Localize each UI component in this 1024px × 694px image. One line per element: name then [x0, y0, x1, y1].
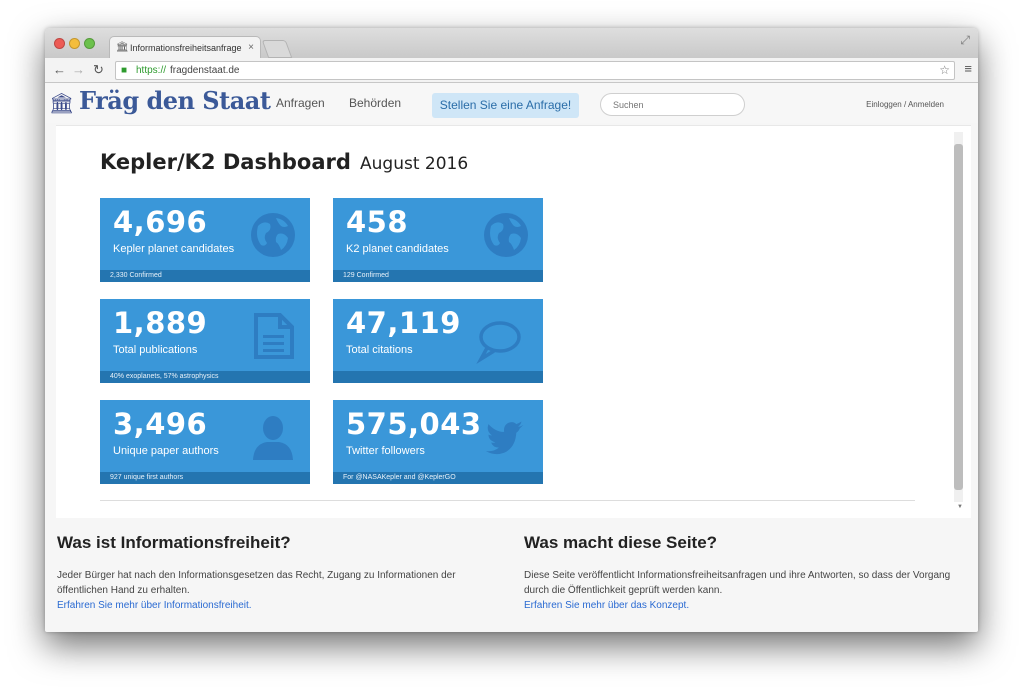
stat-card-twitter: 575,043 Twitter followers For @NASAKeple… [333, 400, 543, 484]
stat-label: Total citations [346, 344, 413, 356]
stat-card-publications: 1,889 Total publications 40% exoplanets,… [100, 299, 310, 383]
info-heading: Was ist Informationsfreiheit? [57, 533, 291, 552]
stat-label: Total publications [113, 344, 198, 356]
stat-label: Unique paper authors [113, 445, 219, 457]
forward-icon[interactable]: → [72, 61, 85, 79]
tab-close-icon[interactable]: × [248, 37, 254, 59]
user-icon [253, 416, 293, 460]
url-host: fragdenstaat.de [170, 65, 240, 76]
stat-value: 1,889 [113, 306, 208, 340]
minimize-window-button[interactable] [69, 38, 80, 49]
stat-label: Kepler planet candidates [113, 243, 235, 255]
dashboard-subtitle: August 2016 [360, 154, 469, 174]
stat-footnote: 129 Confirmed [333, 270, 543, 282]
address-bar[interactable]: ■ https:// fragdenstaat.de ☆ [115, 61, 955, 80]
stat-value: 458 [346, 205, 409, 239]
browser-window: 🏛 Informationsfreiheitsanfrage × ⤢ ← → ↻… [45, 28, 978, 632]
close-window-button[interactable] [54, 38, 65, 49]
stat-footnote [333, 371, 543, 383]
info-text: Jeder Bürger hat nach den Informationsge… [57, 570, 456, 596]
info-text: Diese Seite veröffentlicht Informationsf… [524, 570, 951, 596]
info-right: Was macht diese Seite? Diese Seite veröf… [524, 533, 954, 613]
new-tab-button[interactable] [261, 40, 293, 58]
stat-value: 3,496 [113, 407, 208, 441]
scroll-down-icon[interactable]: ▼ [957, 504, 963, 510]
stat-value: 575,043 [346, 407, 482, 441]
fullscreen-icon[interactable]: ⤢ [960, 33, 970, 48]
nav-behoerden[interactable]: Behörden [349, 96, 401, 110]
building-icon: 🏛 [49, 93, 75, 115]
search-input[interactable] [600, 93, 745, 116]
bookmark-star-icon[interactable]: ☆ [939, 62, 950, 79]
dashboard-title: Kepler/K2 Dashboard [100, 150, 351, 174]
info-link[interactable]: Erfahren Sie mehr über Informationsfreih… [57, 598, 487, 613]
url-scheme: https:// [136, 65, 167, 76]
browser-tab[interactable]: 🏛 Informationsfreiheitsanfrage × [109, 36, 261, 58]
browser-toolbar: ← → ↻ ■ https:// fragdenstaat.de ☆ ≡ [45, 58, 978, 83]
globe-icon [484, 213, 528, 257]
stat-card-authors: 3,496 Unique paper authors 927 unique fi… [100, 400, 310, 484]
stat-footnote: For @NASAKepler and @KeplerGO [333, 472, 543, 484]
nav-anfragen[interactable]: Anfragen [276, 96, 325, 110]
speech-bubble-icon [476, 321, 521, 364]
stat-card-citations: 47,119 Total citations [333, 299, 543, 383]
menu-icon[interactable]: ≡ [964, 61, 972, 76]
info-link[interactable]: Erfahren Sie mehr über das Konzept. [524, 598, 954, 613]
stat-card-kepler-candidates: 4,696 Kepler planet candidates 2,330 Con… [100, 198, 310, 282]
stat-footnote: 2,330 Confirmed [100, 270, 310, 282]
stat-label: K2 planet candidates [346, 243, 449, 255]
new-request-button[interactable]: Stellen Sie eine Anfrage! [432, 93, 579, 118]
lock-icon: ■ [121, 65, 128, 76]
globe-icon [251, 213, 295, 257]
info-left: Was ist Informationsfreiheit? Jeder Bürg… [57, 533, 487, 613]
document-icon [254, 313, 294, 359]
zoom-window-button[interactable] [84, 38, 95, 49]
scrollbar-thumb[interactable] [954, 144, 963, 490]
favicon-icon: 🏛 [116, 42, 129, 53]
login-link[interactable]: Einloggen / Anmelden [866, 100, 944, 109]
twitter-bird-icon [485, 421, 524, 455]
reload-icon[interactable]: ↻ [93, 61, 104, 79]
divider [100, 500, 915, 501]
stat-footnote: 927 unique first authors [100, 472, 310, 484]
stat-card-k2-candidates: 458 K2 planet candidates 129 Confirmed [333, 198, 543, 282]
stat-footnote: 40% exoplanets, 57% astrophysics [100, 371, 310, 383]
stat-value: 4,696 [113, 205, 208, 239]
tab-strip: 🏛 Informationsfreiheitsanfrage × ⤢ [45, 28, 978, 58]
page-title: Kepler/K2 Dashboard August 2016 [100, 150, 468, 174]
stat-label: Twitter followers [346, 445, 425, 457]
site-header: 🏛 Fräg den Staat Anfragen Behörden Stell… [45, 83, 978, 123]
info-heading: Was macht diese Seite? [524, 533, 718, 552]
stat-value: 47,119 [346, 306, 461, 340]
site-logo[interactable]: Fräg den Staat [79, 86, 271, 115]
back-icon[interactable]: ← [53, 61, 66, 79]
tab-title: Informationsfreiheitsanfrage [130, 43, 242, 53]
dashboard-frame: Kepler/K2 Dashboard August 2016 4,696 Ke… [56, 125, 971, 518]
